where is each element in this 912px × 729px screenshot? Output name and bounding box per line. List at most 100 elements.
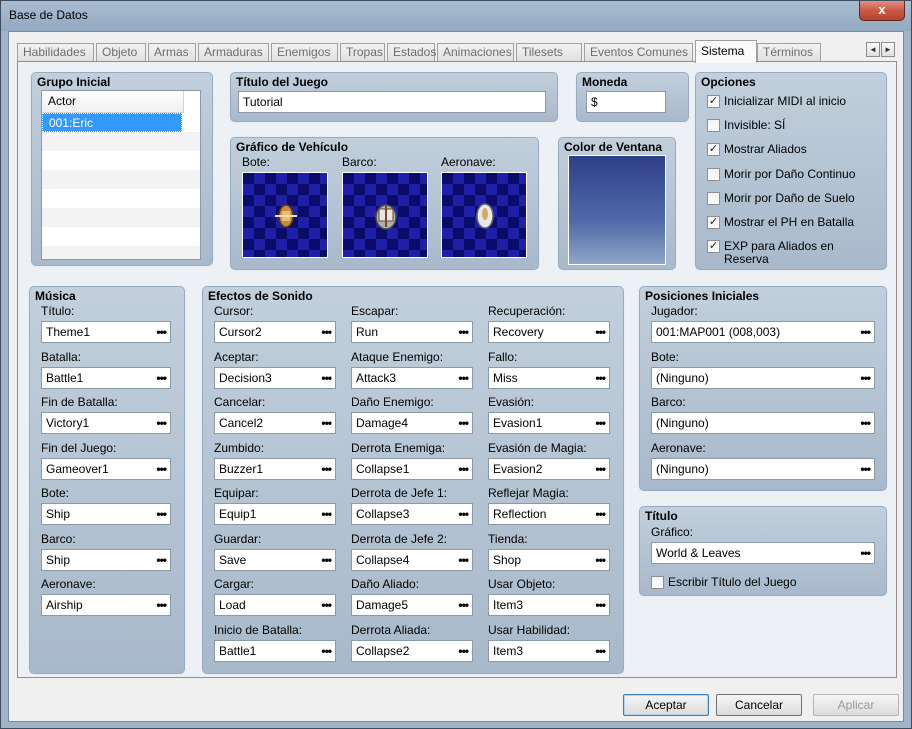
option-checkbox[interactable]: Morir por Daño de Suelo	[707, 189, 883, 207]
group-opciones: Opciones ✓ Inicializar MIDI al inicio Invi…	[694, 71, 888, 271]
sfx-col3-3-select[interactable]: Evasion2 •••	[488, 457, 610, 480]
tab-eventos-comunes[interactable]: Eventos Comunes	[584, 43, 693, 62]
ellipsis-icon: •••	[321, 507, 332, 521]
sfx-col2-2-value: Damage4	[356, 416, 409, 430]
position-3-select[interactable]: (Ninguno) •••	[651, 457, 875, 480]
tab-terminos[interactable]: Términos	[757, 43, 821, 62]
sfx-col2-4-select[interactable]: Collapse3 •••	[351, 503, 473, 525]
position-1-select[interactable]: (Ninguno) •••	[651, 366, 875, 389]
sfx-col3-2-select[interactable]: Evasion1 •••	[488, 412, 610, 434]
grupo-inicial-title: Grupo Inicial	[37, 75, 111, 89]
sfx-col1-2-value: Cancel2	[219, 416, 264, 430]
sfx-col1-1-select[interactable]: Decision3 •••	[214, 366, 336, 389]
option-checkbox[interactable]: Morir por Daño Continuo	[707, 165, 883, 183]
music-4-value: Ship	[46, 507, 71, 521]
ellipsis-icon: •••	[595, 552, 606, 567]
sfx-col3-1-select[interactable]: Miss •••	[488, 366, 610, 389]
ok-button[interactable]: Aceptar	[623, 694, 709, 716]
tab-habilidades[interactable]: Habilidades	[17, 43, 94, 62]
ship-graphic[interactable]	[342, 172, 428, 258]
tab-tilesets[interactable]: Tilesets	[516, 43, 582, 62]
sfx-col2-2-label: Daño Enemigo:	[351, 395, 434, 409]
music-5-select[interactable]: Ship •••	[41, 548, 171, 571]
group-posiciones-iniciales: Posiciones Iniciales Jugador: 001:MAP001 …	[638, 285, 888, 492]
music-0-select[interactable]: Theme1 •••	[41, 321, 171, 343]
sfx-col2-3-select[interactable]: Collapse1 •••	[351, 457, 473, 480]
music-4-select[interactable]: Ship •••	[41, 503, 171, 525]
tab-armaduras[interactable]: Armaduras	[198, 43, 269, 62]
cancel-button[interactable]: Cancelar	[716, 694, 802, 716]
sfx-col3-7-value: Item3	[493, 643, 524, 658]
apply-button[interactable]: Aplicar	[813, 694, 899, 716]
title-bar[interactable]: Base de Datos x	[1, 1, 911, 31]
title-graphic-value: World & Leaves	[656, 546, 741, 560]
sfx-col1-3-select[interactable]: Buzzer1 •••	[214, 457, 336, 480]
sfx-col2-0-select[interactable]: Run •••	[351, 321, 473, 343]
actor-list-item[interactable]: 001:Eric	[42, 113, 182, 132]
sfx-col2-6-select[interactable]: Damage5 •••	[351, 594, 473, 616]
tab-scroll-right-icon[interactable]: ►	[881, 42, 895, 57]
music-3-label: Fin del Juego:	[41, 440, 117, 455]
sfx-col2-7-select[interactable]: Collapse2 •••	[351, 639, 473, 662]
tab-estados[interactable]: Estados	[387, 43, 436, 62]
ellipsis-icon: •••	[458, 598, 469, 612]
tab-enemigos[interactable]: Enemigos	[271, 43, 338, 62]
position-0-select[interactable]: 001:MAP001 (008,003) •••	[651, 321, 875, 343]
ellipsis-icon: •••	[860, 461, 871, 476]
tab-armas[interactable]: Armas	[148, 43, 196, 62]
option-checkbox[interactable]: ✓ EXP para Aliados en Reserva	[707, 237, 883, 269]
music-2-select[interactable]: Victory1 •••	[41, 412, 171, 434]
tab-tropas[interactable]: Tropas	[340, 43, 385, 62]
airship-graphic[interactable]	[441, 172, 527, 258]
sfx-col2-1-label: Ataque Enemigo:	[351, 349, 444, 364]
list-item	[42, 170, 200, 189]
ellipsis-icon: •••	[458, 507, 469, 521]
music-6-select[interactable]: Airship •••	[41, 594, 171, 616]
option-checkbox[interactable]: Invisible: SÍ	[707, 116, 883, 134]
sfx-col1-4-label: Equipar:	[214, 486, 259, 500]
close-button[interactable]: x	[859, 1, 905, 21]
boat-graphic[interactable]	[242, 172, 328, 258]
option-checkbox[interactable]: ✓ Inicializar MIDI al inicio	[707, 92, 883, 110]
ellipsis-icon: •••	[595, 507, 606, 521]
sfx-col2-3-value: Collapse1	[356, 461, 410, 476]
ellipsis-icon: •••	[321, 416, 332, 430]
actor-list[interactable]: Actor 001:Eric	[41, 90, 201, 260]
sfx-col1-2-select[interactable]: Cancel2 •••	[214, 412, 336, 434]
sfx-col2-1-value: Attack3	[356, 370, 397, 385]
game-title-input[interactable]: Tutorial	[238, 91, 546, 113]
option-label: Invisible: SÍ	[724, 118, 786, 132]
sfx-col2-1-select[interactable]: Attack3 •••	[351, 366, 473, 389]
sfx-col1-4-select[interactable]: Equip1 •••	[214, 503, 336, 525]
actor-column-header[interactable]: Actor	[42, 91, 184, 113]
sfx-col2-2-select[interactable]: Damage4 •••	[351, 412, 473, 434]
title-graphic-select[interactable]: World & Leaves •••	[651, 542, 875, 564]
write-title-checkbox[interactable]: Escribir Título del Juego	[651, 573, 871, 591]
tab-objeto[interactable]: Objeto	[96, 43, 146, 62]
sfx-col3-5-select[interactable]: Shop •••	[488, 548, 610, 571]
sfx-col3-0-select[interactable]: Recovery •••	[488, 321, 610, 343]
music-1-select[interactable]: Battle1 •••	[41, 366, 171, 389]
ellipsis-icon: •••	[321, 643, 332, 658]
tab-scroll-left-icon[interactable]: ◄	[866, 42, 880, 57]
sfx-col3-6-select[interactable]: Item3 •••	[488, 594, 610, 616]
sfx-col1-0-select[interactable]: Cursor2 •••	[214, 321, 336, 343]
sfx-col1-7-select[interactable]: Battle1 •••	[214, 639, 336, 662]
sfx-col3-7-select[interactable]: Item3 •••	[488, 639, 610, 662]
tab-animaciones[interactable]: Animaciones	[437, 43, 514, 62]
currency-input[interactable]: $	[586, 91, 666, 113]
sfx-col1-5-select[interactable]: Save •••	[214, 548, 336, 571]
sfx-col2-5-select[interactable]: Collapse4 •••	[351, 548, 473, 571]
grafico-vehiculo-title: Gráfico de Vehículo	[236, 140, 349, 154]
tab-sistema[interactable]: Sistema	[695, 40, 757, 63]
sfx-col1-6-select[interactable]: Load •••	[214, 594, 336, 616]
window-color-preview[interactable]	[568, 155, 666, 265]
option-checkbox[interactable]: ✓ Mostrar el PH en Batalla	[707, 213, 883, 231]
music-2-value: Victory1	[46, 416, 90, 430]
ellipsis-icon: •••	[595, 325, 606, 339]
position-3-label: Aeronave:	[651, 440, 706, 455]
music-3-select[interactable]: Gameover1 •••	[41, 457, 171, 480]
option-checkbox[interactable]: ✓ Mostrar Aliados	[707, 140, 883, 158]
sfx-col3-4-select[interactable]: Reflection •••	[488, 503, 610, 525]
position-2-select[interactable]: (Ninguno) •••	[651, 412, 875, 434]
